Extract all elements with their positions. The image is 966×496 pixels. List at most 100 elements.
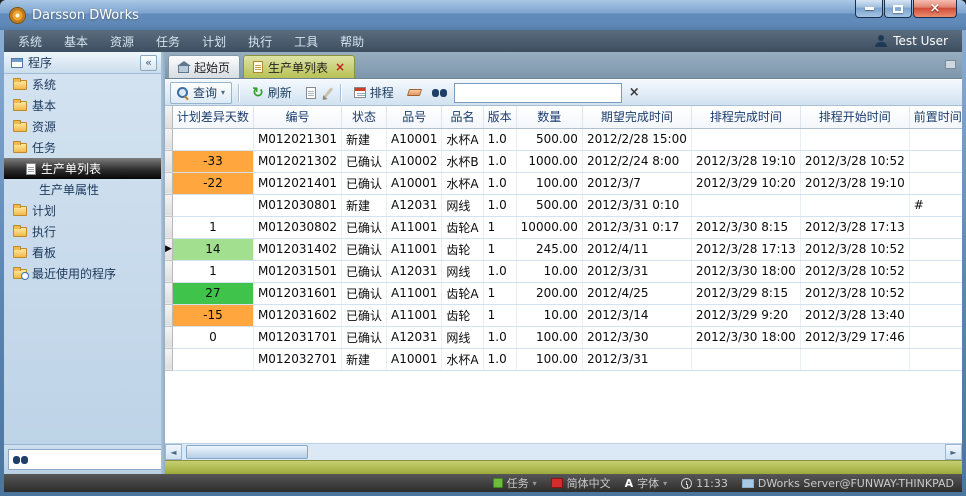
row-indicator	[165, 282, 172, 304]
cell-版本: 1	[483, 282, 516, 304]
column-header-品名[interactable]: 品名	[442, 106, 483, 128]
statusbar-language[interactable]: 简体中文	[551, 475, 611, 491]
table-row[interactable]: M012030801新建A12031网线1.0500.002012/3/31 0…	[165, 194, 962, 216]
table-row[interactable]: -22M012021401已确认A10001水杯A1.0100.002012/3…	[165, 172, 962, 194]
sidebar-item-生产单属性[interactable]: 生产单属性	[4, 179, 161, 200]
scrollbar-thumb[interactable]	[186, 445, 308, 459]
unschedule-button[interactable]	[404, 82, 425, 104]
sidebar-item-生产单列表[interactable]: 生产单列表	[4, 158, 161, 179]
sidebar-search-input[interactable]	[32, 451, 161, 468]
folder-icon	[13, 227, 27, 237]
find-button[interactable]	[428, 82, 451, 104]
folder-clock-icon	[13, 269, 27, 279]
column-header-期望完成时间[interactable]: 期望完成时间	[582, 106, 691, 128]
horizontal-scrollbar[interactable]: ◄ ►	[165, 443, 962, 460]
sidebar-item-最近使用的程序[interactable]: 最近使用的程序	[4, 263, 161, 284]
column-header-状态[interactable]: 状态	[342, 106, 387, 128]
new-button[interactable]	[302, 82, 320, 104]
cell-前置时间	[909, 304, 962, 326]
menubar: 系统 基本 资源 任务 计划 执行 工具 帮助 Test User	[4, 30, 962, 52]
cell-期望完成时间: 2012/2/24 8:00	[582, 150, 691, 172]
cell-品名: 齿轮A	[442, 282, 483, 304]
row-indicator	[165, 348, 172, 370]
menu-item-执行[interactable]: 执行	[248, 33, 272, 50]
folder-icon	[13, 206, 27, 216]
cell-版本: 1.0	[483, 172, 516, 194]
column-header-排程开始时间[interactable]: 排程开始时间	[800, 106, 909, 128]
tab-生产单列表[interactable]: 生产单列表×	[243, 55, 355, 78]
menu-item-计划[interactable]: 计划	[202, 33, 226, 50]
query-dropdown-icon[interactable]: ▾	[221, 88, 225, 97]
menu-item-帮助[interactable]: 帮助	[340, 33, 364, 50]
table-row[interactable]: M012021301新建A10001水杯A1.0500.002012/2/28 …	[165, 128, 962, 150]
titlebar[interactable]: Darsson DWorks ×	[0, 0, 966, 30]
tab-起始页[interactable]: 起始页	[168, 55, 240, 78]
sidebar-collapse-button[interactable]: «	[140, 55, 157, 71]
font-label: 字体	[637, 475, 659, 491]
column-header-前置时间[interactable]: 前置时间	[909, 106, 962, 128]
statusbar-task[interactable]: 任务 ▾	[493, 475, 537, 491]
tab-close-icon[interactable]: ×	[335, 61, 345, 73]
language-label: 简体中文	[567, 475, 611, 491]
time-label: 11:33	[696, 477, 728, 490]
table-row[interactable]: 27M012031601已确认A11001齿轮A1200.002012/4/25…	[165, 282, 962, 304]
cell-品号: A11001	[387, 238, 442, 260]
menu-item-工具[interactable]: 工具	[294, 33, 318, 50]
pin-icon[interactable]	[945, 60, 956, 69]
cell-版本: 1.0	[483, 128, 516, 150]
menu-item-基本[interactable]: 基本	[64, 33, 88, 50]
sidebar-items: 系统基本资源任务生产单列表生产单属性计划执行看板最近使用的程序	[4, 74, 161, 284]
cell-品名: 网线	[442, 194, 483, 216]
sidebar-item-基本[interactable]: 基本	[4, 95, 161, 116]
column-header-排程完成时间[interactable]: 排程完成时间	[691, 106, 800, 128]
minimize-button[interactable]	[855, 0, 883, 18]
table-row[interactable]: 1M012031501已确认A12031网线1.010.002012/3/312…	[165, 260, 962, 282]
cell-期望完成时间: 2012/4/11	[582, 238, 691, 260]
cell-品号: A11001	[387, 282, 442, 304]
sidebar-item-执行[interactable]: 执行	[4, 221, 161, 242]
cell-期望完成时间: 2012/3/31	[582, 260, 691, 282]
edit-button[interactable]	[323, 82, 334, 104]
cell-编号: M012030802	[253, 216, 341, 238]
table-row[interactable]: M012032701新建A10001水杯A1.0100.002012/3/31	[165, 348, 962, 370]
column-header-品号[interactable]: 品号	[387, 106, 442, 128]
sidebar-item-看板[interactable]: 看板	[4, 242, 161, 263]
font-icon: A	[625, 478, 634, 489]
refresh-button[interactable]: ↻ 刷新	[245, 82, 299, 104]
column-header-数量[interactable]: 数量	[516, 106, 582, 128]
close-icon: ×	[930, 2, 941, 15]
doc-icon	[26, 163, 36, 175]
column-header-版本[interactable]: 版本	[483, 106, 516, 128]
table-row[interactable]: -15M012031602已确认A11001齿轮110.002012/3/142…	[165, 304, 962, 326]
maximize-button[interactable]	[884, 0, 912, 18]
scroll-right-button[interactable]: ►	[945, 444, 962, 460]
sidebar-item-系统[interactable]: 系统	[4, 74, 161, 95]
menu-item-系统[interactable]: 系统	[18, 33, 42, 50]
sidebar-item-资源[interactable]: 资源	[4, 116, 161, 137]
task-dropdown-icon[interactable]: ▾	[533, 479, 537, 488]
cell-编号: M012031701	[253, 326, 341, 348]
menu-item-任务[interactable]: 任务	[156, 33, 180, 50]
schedule-button[interactable]: 排程	[347, 82, 401, 104]
table-row[interactable]: ▶14M012031402已确认A11001齿轮1245.002012/4/11…	[165, 238, 962, 260]
statusbar-font[interactable]: A 字体 ▾	[625, 475, 668, 491]
sidebar-item-计划[interactable]: 计划	[4, 200, 161, 221]
column-header-编号[interactable]: 编号	[253, 106, 341, 128]
sidebar-title: 程序	[28, 54, 52, 71]
clear-filter-button[interactable]: ×	[625, 82, 644, 104]
scroll-left-button[interactable]: ◄	[165, 444, 182, 460]
find-icon	[13, 456, 28, 464]
table-row[interactable]: -33M012021302已确认A10002水杯B1.01000.002012/…	[165, 150, 962, 172]
folder-icon	[13, 101, 27, 111]
user-box[interactable]: Test User	[875, 34, 948, 48]
table-row[interactable]: 1M012030802已确认A11001齿轮A110000.002012/3/3…	[165, 216, 962, 238]
sidebar-search-box[interactable]: ×	[8, 449, 161, 470]
sidebar-item-任务[interactable]: 任务	[4, 137, 161, 158]
filter-input[interactable]	[454, 83, 622, 103]
menu-item-资源[interactable]: 资源	[110, 33, 134, 50]
query-button[interactable]: 查询 ▾	[170, 82, 232, 104]
font-dropdown-icon[interactable]: ▾	[663, 479, 667, 488]
close-button[interactable]: ×	[913, 0, 957, 18]
column-header-计划差异天数[interactable]: 计划差异天数	[172, 106, 253, 128]
table-row[interactable]: 0M012031701已确认A12031网线1.0100.002012/3/30…	[165, 326, 962, 348]
